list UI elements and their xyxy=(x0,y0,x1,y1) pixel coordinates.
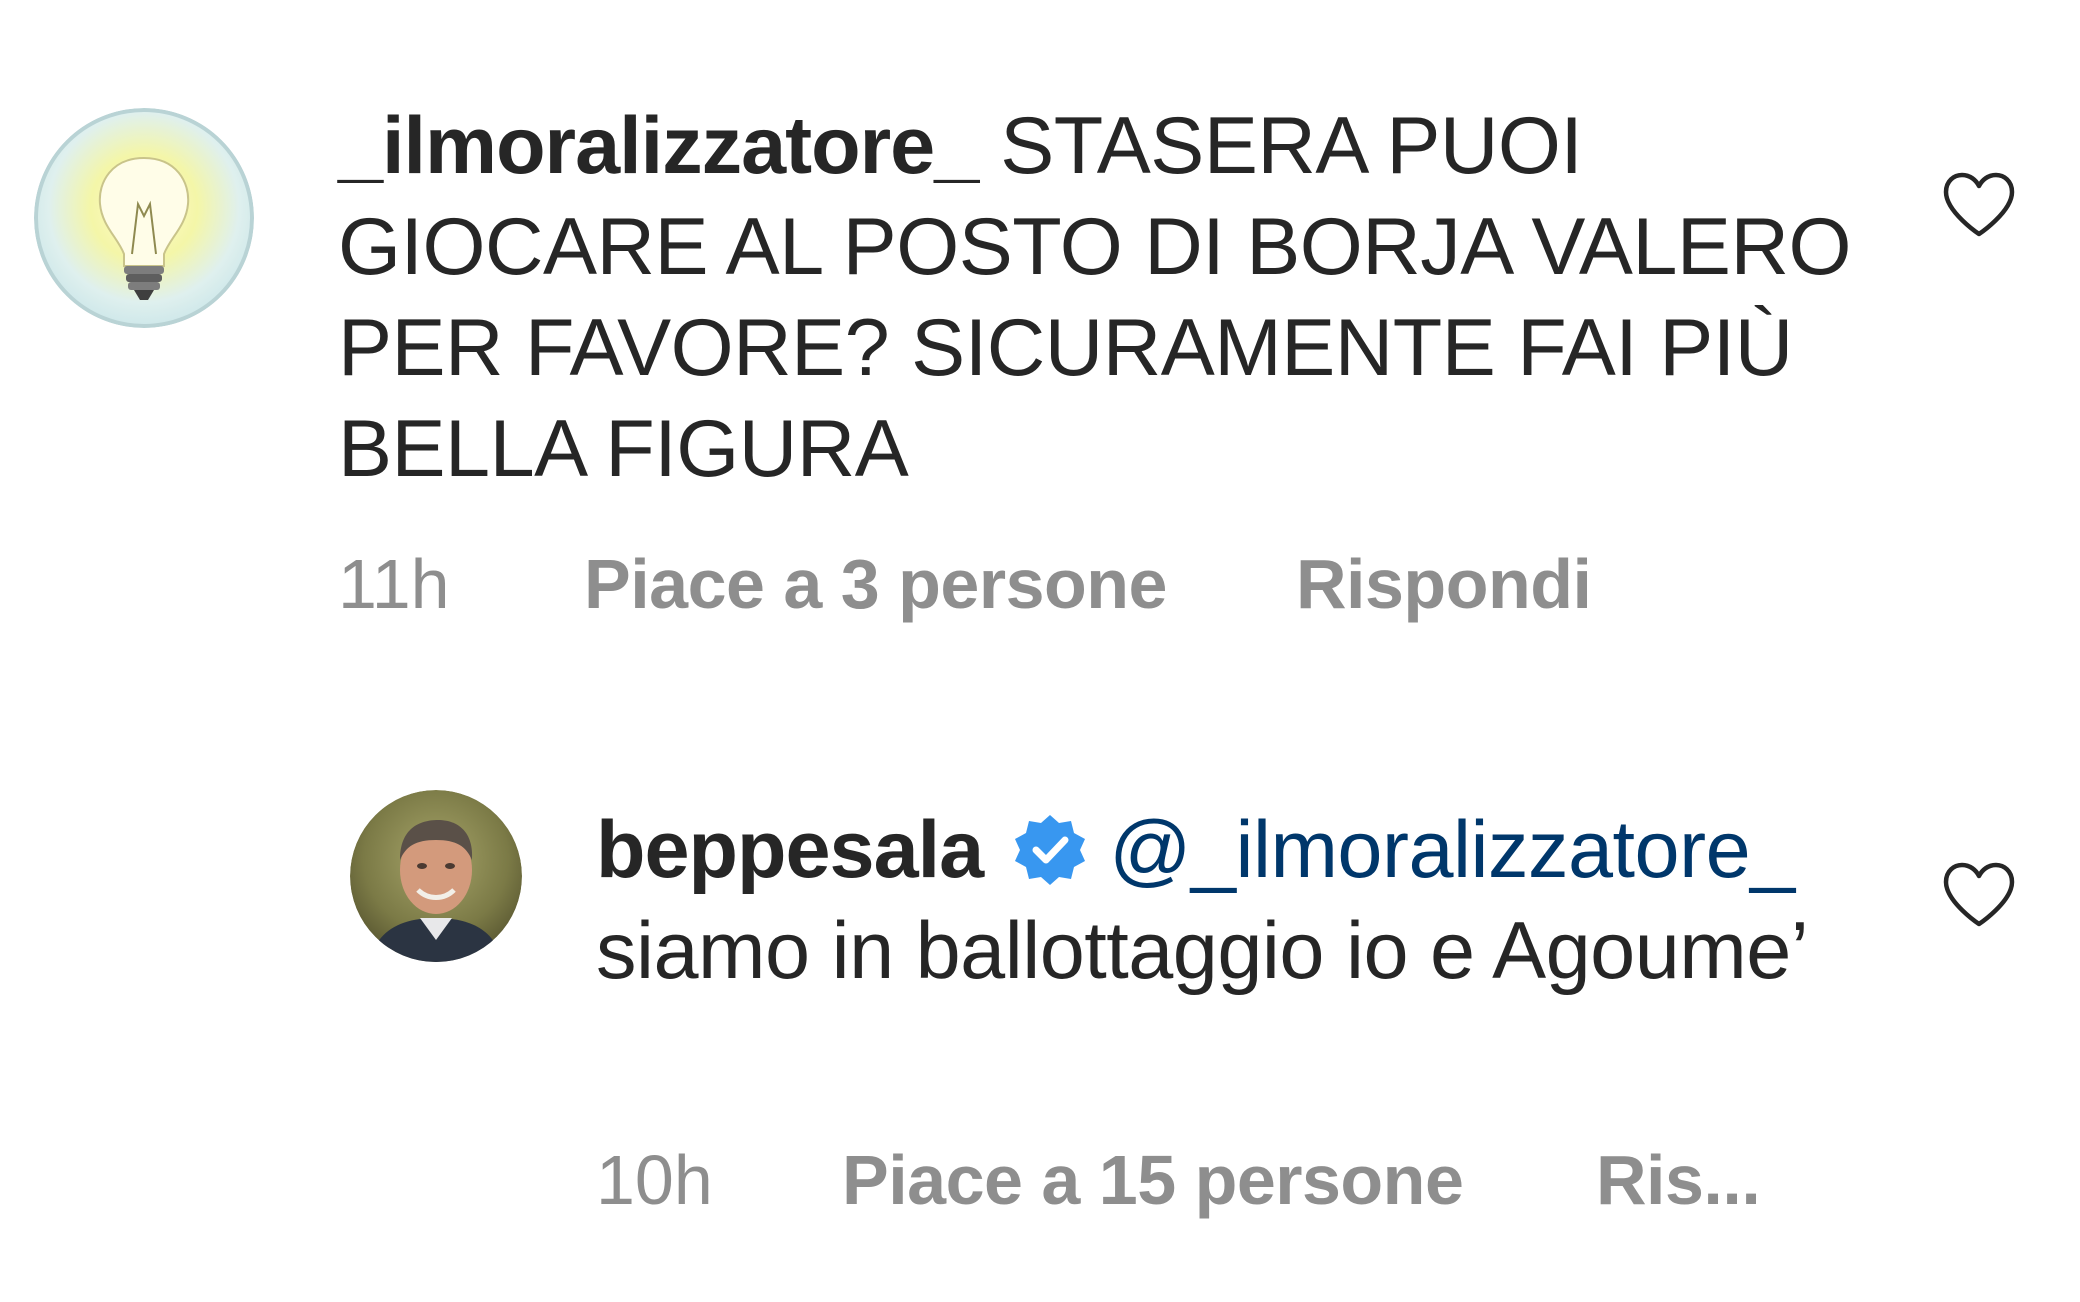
profile-photo xyxy=(350,790,522,962)
avatar-ilmoralizzatore[interactable] xyxy=(34,108,254,328)
username-link[interactable]: _ilmoralizzatore_ xyxy=(338,101,979,191)
mention-link[interactable]: @_ilmoralizzatore_ xyxy=(1109,805,1795,895)
heart-outline-icon[interactable] xyxy=(1940,860,2018,930)
reply-body: beppesala @_ilmoralizzatore_ siamo in ba… xyxy=(596,800,1896,1002)
comment-2: beppesala @_ilmoralizzatore_ siamo in ba… xyxy=(0,760,2080,1280)
username-link[interactable]: beppesala xyxy=(596,805,984,895)
verified-badge-icon xyxy=(1015,814,1086,885)
timestamp: 11h xyxy=(338,545,450,623)
timestamp: 10h xyxy=(596,1141,713,1219)
comment-body: _ilmoralizzatore_ STASERA PUOI GIOCARE A… xyxy=(338,96,1898,500)
lightbulb-icon xyxy=(34,108,254,328)
likes-count-link[interactable]: Piace a 3 persone xyxy=(584,544,1167,624)
comment-1: _ilmoralizzatore_ STASERA PUOI GIOCARE A… xyxy=(0,0,2080,640)
reply-text: siamo in ballottaggio io e Agoume’ xyxy=(596,906,1809,996)
avatar-beppesala[interactable] xyxy=(350,790,522,962)
likes-count-link[interactable]: Piace a 15 persone xyxy=(842,1140,1464,1220)
reply-button[interactable]: Rispondi xyxy=(1296,544,1592,624)
reply-button[interactable]: Ris... xyxy=(1596,1140,1761,1220)
heart-outline-icon[interactable] xyxy=(1940,170,2018,240)
